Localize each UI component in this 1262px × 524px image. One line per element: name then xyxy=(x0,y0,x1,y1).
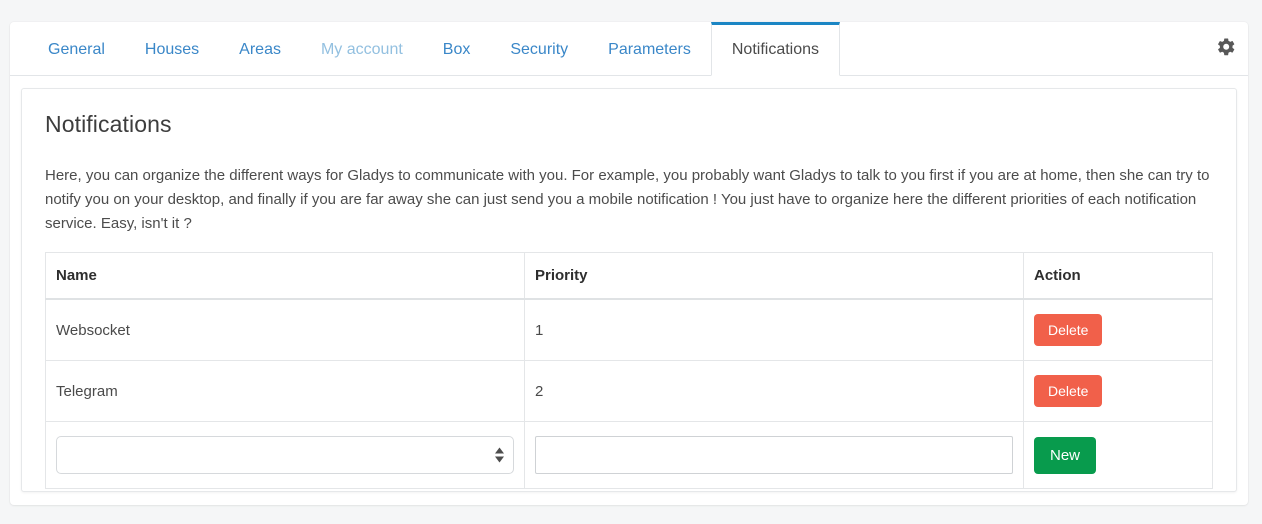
service-select[interactable] xyxy=(56,436,514,474)
cell-action: Delete xyxy=(1023,299,1213,361)
tab-label: Houses xyxy=(144,41,200,58)
notifications-panel: Notifications Here, you can organize the… xyxy=(21,88,1237,492)
settings-card: General Houses Areas My account Box Secu… xyxy=(10,22,1248,505)
cell-action: Delete xyxy=(1023,360,1213,422)
table-head: Name Priority Action xyxy=(45,252,1213,300)
table-header-row: Name Priority Action xyxy=(45,252,1213,300)
cell-name: Websocket xyxy=(45,299,525,361)
tab-security[interactable]: Security xyxy=(490,22,588,75)
intro-paragraph: Here, you can organize the different way… xyxy=(45,167,1210,232)
column-header-priority: Priority xyxy=(524,252,1024,300)
table-row: Telegram 2 Delete xyxy=(45,360,1213,422)
cell-priority: 2 xyxy=(524,360,1024,422)
settings-gear-button[interactable] xyxy=(1204,22,1248,75)
gear-icon xyxy=(1217,37,1235,60)
tab-bar-spacer xyxy=(840,22,1204,75)
tab-label: My account xyxy=(320,41,403,58)
tab-box[interactable]: Box xyxy=(423,22,491,75)
tab-label: Box xyxy=(442,41,471,58)
tab-parameters[interactable]: Parameters xyxy=(588,22,711,75)
page-title: Notifications xyxy=(45,111,172,137)
new-button[interactable]: New xyxy=(1034,436,1097,474)
tab-general[interactable]: General xyxy=(28,22,125,75)
tab-houses[interactable]: Houses xyxy=(125,22,219,75)
service-select-wrapper xyxy=(56,436,514,474)
tab-my-account[interactable]: My account xyxy=(301,22,423,75)
cell-new-service xyxy=(45,421,525,489)
delete-button[interactable]: Delete xyxy=(1034,314,1103,346)
tab-label: Parameters xyxy=(608,41,691,58)
priority-input[interactable] xyxy=(535,436,1013,474)
tab-areas[interactable]: Areas xyxy=(219,22,301,75)
tab-label: Notifications xyxy=(731,41,820,58)
cell-new-priority xyxy=(524,421,1024,489)
column-header-action: Action xyxy=(1023,252,1213,300)
cell-name: Telegram xyxy=(45,360,525,422)
tab-label: Areas xyxy=(239,41,281,58)
settings-tab-bar: General Houses Areas My account Box Secu… xyxy=(10,22,1248,76)
tab-label: General xyxy=(48,41,105,58)
table-body: Websocket 1 Delete Telegram 2 Delete New xyxy=(45,299,1213,489)
tab-notifications[interactable]: Notifications xyxy=(710,22,841,76)
delete-button[interactable]: Delete xyxy=(1034,375,1103,407)
notifications-table: Name Priority Action Websocket 1 Delete … xyxy=(45,252,1213,489)
table-row: Websocket 1 Delete xyxy=(45,299,1213,361)
tab-label: Security xyxy=(510,41,569,58)
column-header-name: Name xyxy=(45,252,525,300)
new-notification-row: New xyxy=(45,421,1213,489)
cell-new-action: New xyxy=(1024,422,1213,489)
cell-priority: 1 xyxy=(524,299,1024,361)
